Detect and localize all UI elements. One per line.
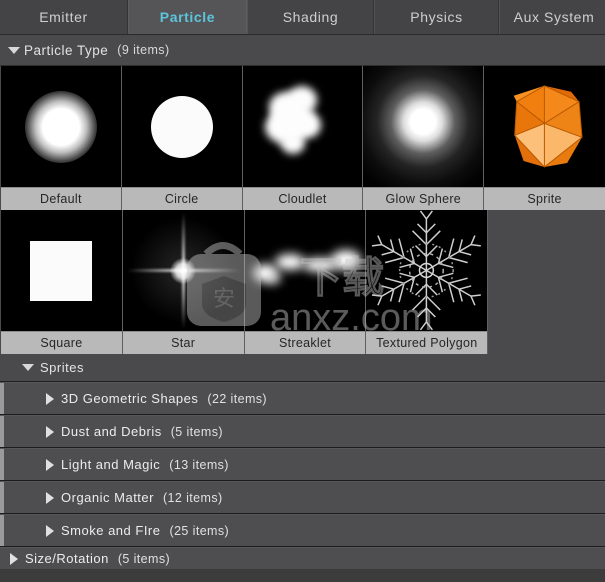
- list-item-dust-and-debris[interactable]: Dust and Debris (5 items): [0, 415, 605, 448]
- sprites-title: Sprites: [40, 360, 84, 375]
- chevron-right-icon[interactable]: [10, 552, 18, 565]
- particle-cell-label: Default: [1, 187, 121, 210]
- particle-thumbnail[interactable]: [122, 210, 244, 331]
- tab-label: Physics: [410, 9, 463, 25]
- particle-cell-label: Square: [1, 331, 122, 354]
- particle-cell-cloudlet[interactable]: Cloudlet: [242, 66, 364, 210]
- particle-thumbnail[interactable]: [244, 210, 366, 331]
- grid-row: Square Star Streaklet Textured Polygon: [1, 210, 605, 354]
- tab-label: Shading: [282, 9, 339, 25]
- row-edge: [0, 449, 4, 480]
- sprites-header[interactable]: Sprites: [0, 354, 605, 382]
- chevron-right-icon[interactable]: [46, 425, 54, 438]
- row-edge: [0, 383, 4, 414]
- list-item-smoke-and-fire[interactable]: Smoke and FIre (25 items): [0, 514, 605, 547]
- tab-bar: Emitter Particle Shading Physics Aux Sys…: [0, 0, 605, 35]
- particle-thumbnail[interactable]: [1, 66, 121, 187]
- radial-glow-icon: [363, 66, 484, 187]
- grid-empty-slot: [488, 210, 605, 354]
- particle-cell-streaklet[interactable]: Streaklet: [244, 210, 367, 354]
- cross-flare-star-icon: [122, 210, 244, 331]
- list-item-label: Light and Magic: [61, 457, 161, 472]
- list-item-count: (22 items): [207, 391, 267, 406]
- particle-cell-glow-sphere[interactable]: Glow Sphere: [363, 66, 485, 210]
- list-item-label: 3D Geometric Shapes: [61, 391, 199, 406]
- list-item-label: Smoke and FIre: [61, 523, 161, 538]
- grid-row: Default Circle Cloudlet Glow Sphere Spri…: [1, 66, 605, 210]
- particle-type-header[interactable]: Particle Type (9 items): [0, 35, 605, 66]
- streak-blobs-icon: [245, 210, 366, 331]
- size-rotation-label: Size/Rotation: [25, 551, 109, 566]
- list-item-count: (13 items): [169, 457, 229, 472]
- white-square-icon: [30, 240, 93, 301]
- tab-label: Particle: [159, 8, 216, 25]
- particle-cell-label: Cloudlet: [242, 187, 363, 210]
- chevron-down-icon[interactable]: [8, 46, 20, 54]
- chevron-right-icon[interactable]: [46, 524, 54, 537]
- particle-cell-sprite[interactable]: Sprite: [484, 66, 605, 210]
- tab-aux-system[interactable]: Aux System: [499, 0, 605, 34]
- particle-cell-textured-polygon[interactable]: Textured Polygon: [366, 210, 489, 354]
- list-item-label: Organic Matter: [61, 490, 154, 505]
- particle-cell-star[interactable]: Star: [122, 210, 245, 354]
- particle-cell-square[interactable]: Square: [1, 210, 123, 354]
- list-item-count: (25 items): [169, 523, 230, 538]
- particle-thumbnail[interactable]: [242, 66, 363, 187]
- row-edge: [0, 416, 4, 447]
- particle-thumbnail[interactable]: [121, 66, 242, 187]
- tab-particle[interactable]: Particle: [128, 0, 247, 34]
- particle-cell-label: Circle: [121, 187, 242, 210]
- particle-cell-default[interactable]: Default: [1, 66, 122, 210]
- chevron-right-icon[interactable]: [46, 392, 54, 405]
- particle-cell-circle[interactable]: Circle: [121, 66, 243, 210]
- tab-label: Aux System: [513, 9, 595, 25]
- row-edge: [0, 482, 4, 513]
- particle-type-grid: Default Circle Cloudlet Glow Sphere Spri…: [0, 66, 605, 354]
- size-rotation-header[interactable]: Size/Rotation (5 items): [0, 547, 605, 569]
- size-rotation-count: (5 items): [117, 551, 171, 566]
- particle-type-count: (9 items): [117, 43, 170, 57]
- row-edge: [0, 515, 4, 546]
- particle-thumbnail[interactable]: [1, 210, 122, 331]
- list-item-label: Dust and Debris: [61, 424, 162, 439]
- list-item-count: (5 items): [170, 424, 223, 439]
- particle-thumbnail[interactable]: [366, 210, 488, 331]
- orange-icosahedron-icon: [513, 85, 583, 168]
- tab-physics[interactable]: Physics: [374, 0, 499, 34]
- hard-circle-icon: [150, 95, 213, 158]
- list-item-3d-geometric-shapes[interactable]: 3D Geometric Shapes (22 items): [0, 382, 605, 415]
- tab-shading[interactable]: Shading: [247, 0, 374, 34]
- sprites-section: Sprites 3D Geometric Shapes (22 items) D…: [0, 354, 605, 569]
- snowflake-crystal-icon: [367, 210, 486, 331]
- particle-cell-label: Star: [122, 331, 244, 354]
- particle-cell-label: Glow Sphere: [363, 187, 484, 210]
- chevron-right-icon[interactable]: [46, 491, 54, 504]
- list-item-light-and-magic[interactable]: Light and Magic (13 items): [0, 448, 605, 481]
- list-item-organic-matter[interactable]: Organic Matter (12 items): [0, 481, 605, 514]
- particle-thumbnail[interactable]: [484, 66, 605, 187]
- cloud-blob-icon: [243, 66, 363, 187]
- list-item-count: (12 items): [162, 490, 223, 505]
- particle-cell-label: Streaklet: [244, 331, 366, 354]
- chevron-right-icon[interactable]: [46, 458, 54, 471]
- particle-cell-label: Textured Polygon: [366, 331, 488, 354]
- tab-emitter[interactable]: Emitter: [0, 0, 128, 34]
- chevron-down-icon[interactable]: [22, 364, 34, 371]
- soft-glow-dot-icon: [24, 90, 97, 163]
- tab-label: Emitter: [39, 9, 88, 25]
- particle-type-title: Particle Type: [24, 42, 109, 58]
- particle-thumbnail[interactable]: [363, 66, 484, 187]
- particle-cell-label: Sprite: [484, 187, 605, 210]
